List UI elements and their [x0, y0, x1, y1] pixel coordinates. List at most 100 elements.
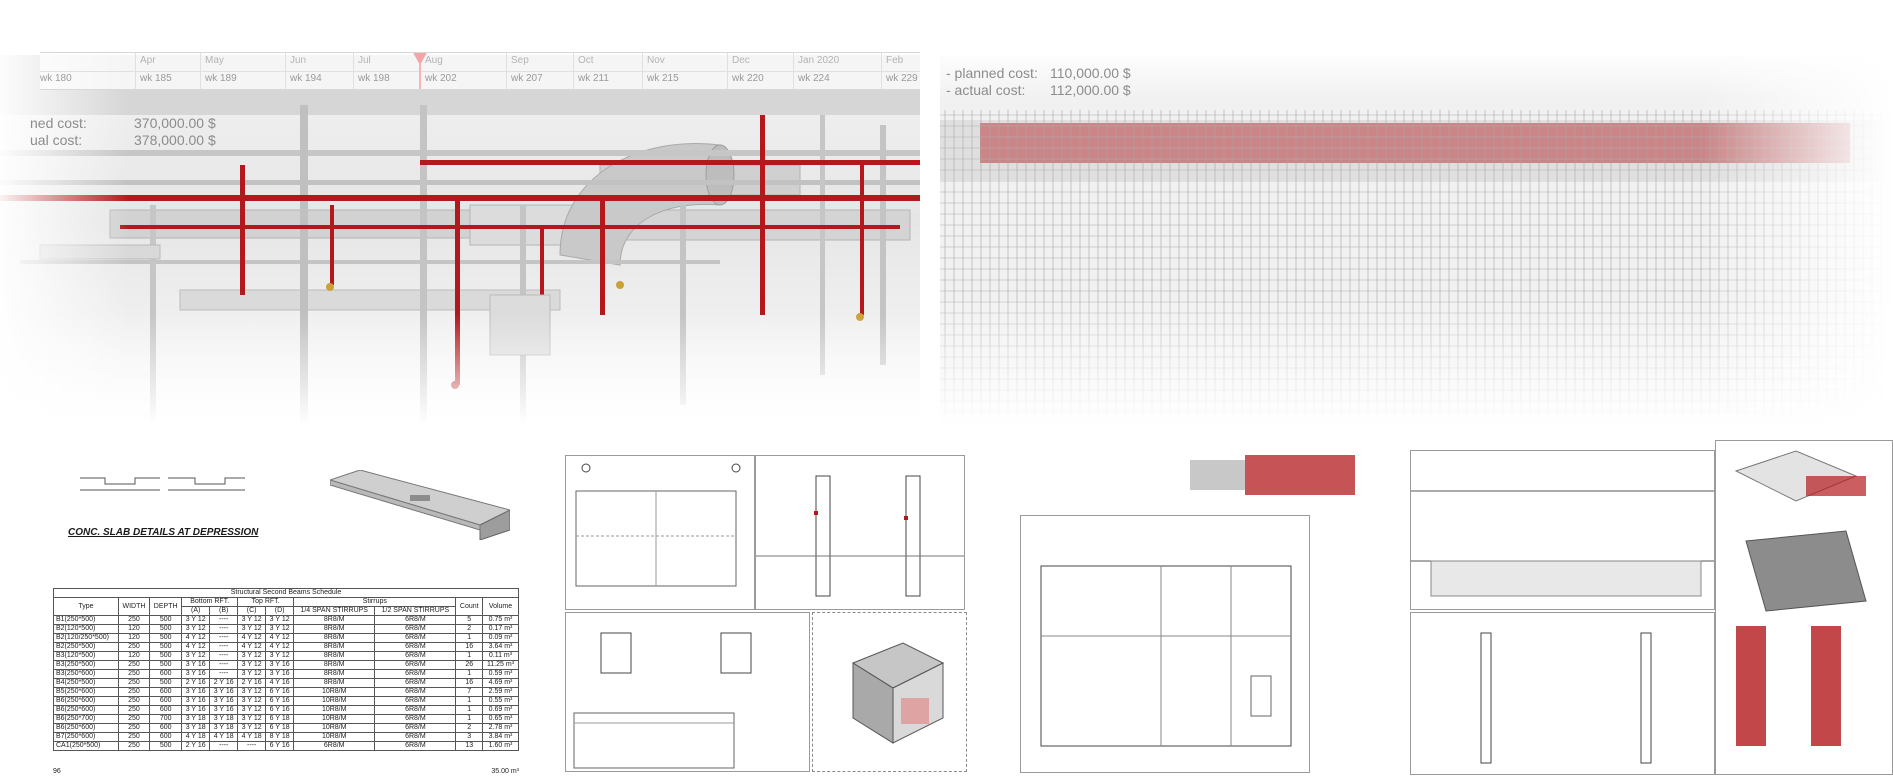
- beam-schedule: Structural Second Beams Schedule Type WI…: [53, 588, 520, 751]
- drawing-sheet-column-elevations[interactable]: [1410, 612, 1715, 775]
- table-cell: 1: [455, 633, 483, 643]
- table-cell: 3 Y 12: [237, 660, 267, 670]
- table-row: B7(250*600) 250 600 4 Y 18 4 Y 18 4 Y 18 8 Y 1…: [53, 732, 520, 742]
- table-cell: ----: [209, 615, 239, 625]
- timeline-month: Jul: [358, 55, 371, 66]
- table-cell: 2.59 m³: [481, 687, 520, 697]
- table-cell: 600: [149, 723, 183, 733]
- table-cell: 2: [455, 723, 483, 733]
- drawing-sheet-floor-plan[interactable]: [1020, 515, 1310, 773]
- timeline-month: Jan 2020: [798, 55, 840, 66]
- timeline-gridline: [285, 53, 286, 89]
- table-cell: 3 Y 12: [181, 651, 211, 661]
- table-cell: 6R8/M: [374, 723, 457, 733]
- table-cell: 6 Y 16: [265, 696, 295, 706]
- table-cell: 26: [455, 660, 483, 670]
- table-cell: 8R8/M: [293, 615, 376, 625]
- table-cell: 500: [149, 615, 183, 625]
- table-cell: 120: [117, 633, 151, 643]
- table-cell: 600: [149, 696, 183, 706]
- table-row: B3(120*500) 120 500 3 Y 12 ---- 3 Y 12 3 Y 12 8…: [53, 651, 520, 661]
- table-cell: 6R8/M: [374, 615, 457, 625]
- table-cell: 3 Y 12: [181, 624, 211, 634]
- table-cell: ----: [209, 642, 239, 652]
- schedule-total-count: 96: [53, 768, 61, 775]
- table-cell: B6(250*600): [53, 723, 119, 733]
- table-cell: 3 Y 12: [265, 624, 295, 634]
- table-cell: 250: [117, 741, 151, 751]
- table-cell: 1: [455, 696, 483, 706]
- timeline-divider: [40, 71, 920, 72]
- schedule-timeline[interactable]: Apr May Jun Jul Aug Sep Oct Nov Dec Jan …: [40, 52, 920, 90]
- table-cell: 0.65 m³: [481, 714, 520, 724]
- table-cell: ----: [209, 669, 239, 679]
- rebar-planned-cost-label: - planned cost:: [946, 65, 1038, 81]
- rebar-actual-cost: - actual cost: 112,000.00 $: [946, 82, 1131, 99]
- timeline-week: wk 207: [511, 73, 543, 84]
- table-cell: 3 Y 16: [209, 687, 239, 697]
- table-row: B5(250*600) 250 600 3 Y 16 3 Y 16 3 Y 12 6 Y 1…: [53, 687, 520, 697]
- table-cell: 1: [455, 669, 483, 679]
- mep-3d-render: [0, 55, 920, 425]
- table-cell: ----: [209, 624, 239, 634]
- table-cell: 250: [117, 669, 151, 679]
- table-cell: 6R8/M: [293, 741, 376, 751]
- drawing-sheet-column-details[interactable]: [565, 612, 810, 772]
- box-3d-drawing: [851, 642, 945, 744]
- slab-section-sketch: [80, 477, 245, 491]
- table-cell: 6 Y 16: [265, 705, 295, 715]
- beam-schedule-table: Structural Second Beams Schedule Type WI…: [53, 588, 520, 751]
- table-cell: 0.17 m³: [481, 624, 520, 634]
- table-cell: 3 Y 16: [181, 660, 211, 670]
- drawing-sheet-section[interactable]: [755, 455, 965, 610]
- table-cell: 250: [117, 678, 151, 688]
- table-cell: 600: [149, 705, 183, 715]
- table-cell: 6R8/M: [374, 669, 457, 679]
- table-cell: 6R8/M: [374, 732, 457, 742]
- table-cell: 3 Y 18: [181, 723, 211, 733]
- table-cell: 8R8/M: [293, 669, 376, 679]
- table-row: B2(120*500) 120 500 3 Y 12 ---- 3 Y 12 3 Y 12 8…: [53, 624, 520, 634]
- timeline-month: May: [205, 55, 224, 66]
- col-header-half-span: 1/2 SPAN STIRRUPS: [374, 606, 457, 616]
- table-cell: 2 Y 16: [181, 678, 211, 688]
- wall-elevation-drawing: [1411, 490, 1714, 597]
- table-cell: 6R8/M: [374, 687, 457, 697]
- table-cell: 500: [149, 741, 183, 751]
- drawing-sheet-key-views[interactable]: [1715, 440, 1893, 775]
- drawing-sheet-plan[interactable]: [565, 455, 755, 610]
- table-cell: 1: [455, 714, 483, 724]
- table-cell: 6R8/M: [374, 696, 457, 706]
- table-cell: 0.75 m³: [481, 615, 520, 625]
- key-views-drawing: [1734, 450, 1867, 746]
- red-structure-render: [1190, 455, 1355, 495]
- col-header-type: Type: [53, 597, 119, 616]
- table-cell: 3 Y 16: [265, 660, 295, 670]
- table-cell: 250: [117, 705, 151, 715]
- table-row: B3(250*600) 250 600 3 Y 16 ---- 3 Y 12 3 Y 16 8…: [53, 669, 520, 679]
- timeline-week: wk 194: [290, 73, 322, 84]
- timeline-week: wk 180: [40, 73, 72, 84]
- table-cell: 6R8/M: [374, 651, 457, 661]
- mep-actual-cost-label: ual cost:: [30, 132, 83, 148]
- table-cell: 6R8/M: [374, 633, 457, 643]
- table-cell: 3 Y 16: [181, 696, 211, 706]
- drawing-sheet-3d-box[interactable]: [812, 612, 967, 772]
- table-cell: B3(120*500): [53, 651, 119, 661]
- drawing-sheet-wall-elevation[interactable]: [1410, 450, 1715, 610]
- timeline-gridline: [881, 53, 882, 89]
- table-cell: 4 Y 18: [181, 732, 211, 742]
- table-cell: 3 Y 12: [237, 687, 267, 697]
- table-cell: 3 Y 12: [237, 714, 267, 724]
- table-cell: 4 Y 12: [265, 633, 295, 643]
- table-cell: 4 Y 18: [237, 732, 267, 742]
- table-cell: 700: [149, 714, 183, 724]
- table-cell: 120: [117, 624, 151, 634]
- table-cell: 6R8/M: [374, 642, 457, 652]
- table-cell: 3 Y 12: [237, 696, 267, 706]
- table-cell: 600: [149, 687, 183, 697]
- table-cell: 3 Y 16: [181, 705, 211, 715]
- timeline-gridline: [353, 53, 354, 89]
- mep-planned-cost-value: 370,000.00 $: [134, 115, 216, 131]
- table-cell: 4 Y 12: [237, 633, 267, 643]
